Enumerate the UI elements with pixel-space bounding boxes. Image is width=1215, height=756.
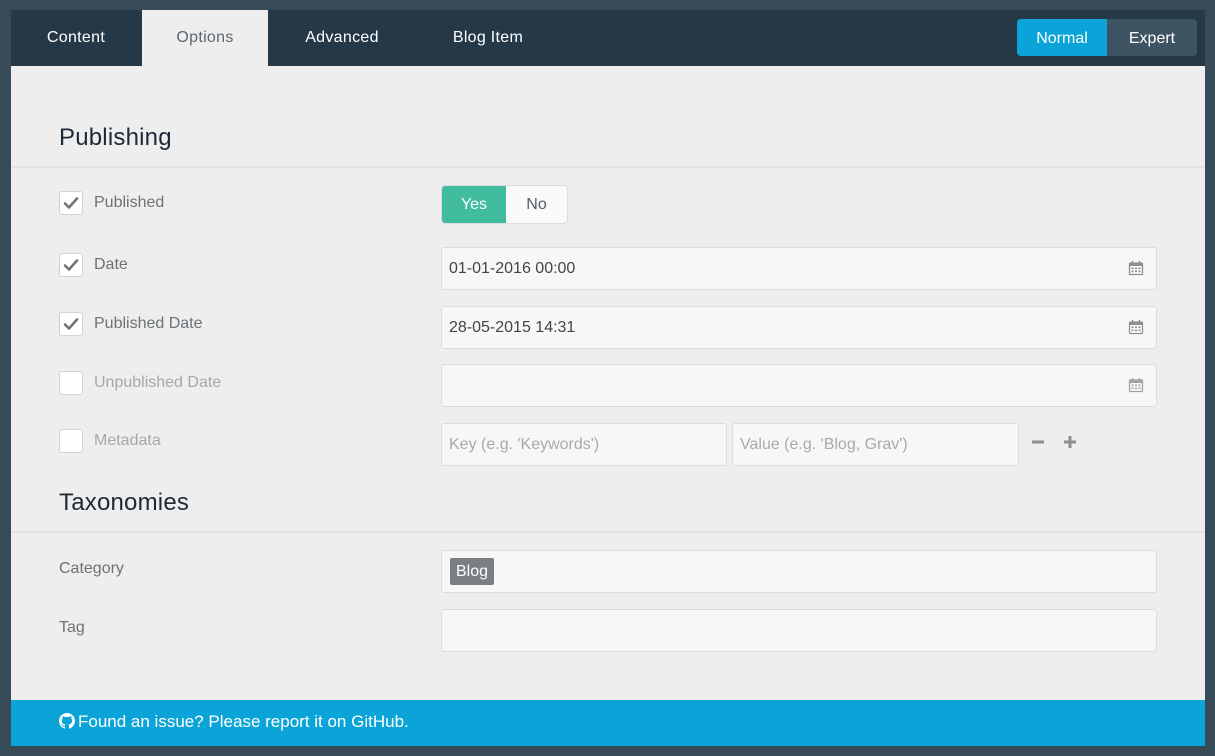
page-frame: Content Options Advanced Blog Item Norma… xyxy=(11,10,1205,746)
tag-label: Tag xyxy=(59,619,85,636)
tab-bar: Content Options Advanced Blog Item Norma… xyxy=(11,10,1205,66)
check-icon xyxy=(63,318,79,330)
calendar-icon[interactable] xyxy=(1128,260,1144,276)
footer-report-link[interactable]: Found an issue? Please report it on GitH… xyxy=(78,700,409,744)
date-checkbox[interactable] xyxy=(59,253,83,277)
published-yes-button[interactable]: Yes xyxy=(442,186,506,223)
footer-bar: Found an issue? Please report it on GitH… xyxy=(11,700,1205,746)
check-icon xyxy=(63,197,79,209)
tab-blog-item[interactable]: Blog Item xyxy=(435,10,541,66)
published-no-button[interactable]: No xyxy=(506,186,567,223)
section-title-publishing: Publishing xyxy=(59,124,172,151)
tab-advanced[interactable]: Advanced xyxy=(283,10,401,66)
metadata-checkbox[interactable] xyxy=(59,429,83,453)
published-toggle: Yes No xyxy=(441,185,568,224)
metadata-key-input[interactable]: Key (e.g. 'Keywords') xyxy=(441,423,727,466)
calendar-icon[interactable] xyxy=(1128,377,1144,393)
date-field[interactable]: 01-01-2016 00:00 xyxy=(441,247,1157,290)
category-tag-chip[interactable]: Blog xyxy=(450,558,495,585)
mode-toggle: Normal Expert xyxy=(1017,19,1197,56)
section-title-taxonomies: Taxonomies xyxy=(59,489,190,516)
published-date-label: Published Date xyxy=(94,315,203,332)
unpublished-date-label: Unpublished Date xyxy=(94,374,222,391)
tag-field[interactable] xyxy=(441,609,1157,652)
check-icon xyxy=(63,259,79,271)
published-date-checkbox[interactable] xyxy=(59,312,83,336)
tab-options[interactable]: Options xyxy=(142,10,268,66)
unpublished-date-field[interactable] xyxy=(441,364,1157,407)
section-divider xyxy=(11,531,1205,533)
tab-content[interactable]: Content xyxy=(11,10,141,66)
calendar-icon[interactable] xyxy=(1128,319,1144,335)
section-divider xyxy=(11,166,1205,168)
published-checkbox[interactable] xyxy=(59,191,83,215)
unpublished-date-checkbox[interactable] xyxy=(59,371,83,395)
category-label: Category xyxy=(59,560,124,577)
date-label: Date xyxy=(94,256,128,273)
expert-mode-button[interactable]: Expert xyxy=(1107,19,1197,56)
github-icon xyxy=(59,713,75,729)
metadata-key-placeholder: Key (e.g. 'Keywords') xyxy=(449,436,600,453)
date-value: 01-01-2016 00:00 xyxy=(449,260,576,277)
plus-icon[interactable] xyxy=(1063,435,1077,449)
metadata-value-input[interactable]: Value (e.g. 'Blog, Grav') xyxy=(732,423,1019,466)
minus-icon[interactable] xyxy=(1031,435,1045,449)
normal-mode-button[interactable]: Normal xyxy=(1017,19,1107,56)
published-date-field[interactable]: 28-05-2015 14:31 xyxy=(441,306,1157,349)
published-label: Published xyxy=(94,194,165,211)
published-date-value: 28-05-2015 14:31 xyxy=(449,319,576,336)
metadata-value-placeholder: Value (e.g. 'Blog, Grav') xyxy=(740,436,908,453)
category-field[interactable]: Blog xyxy=(441,550,1157,593)
metadata-label: Metadata xyxy=(94,432,161,449)
